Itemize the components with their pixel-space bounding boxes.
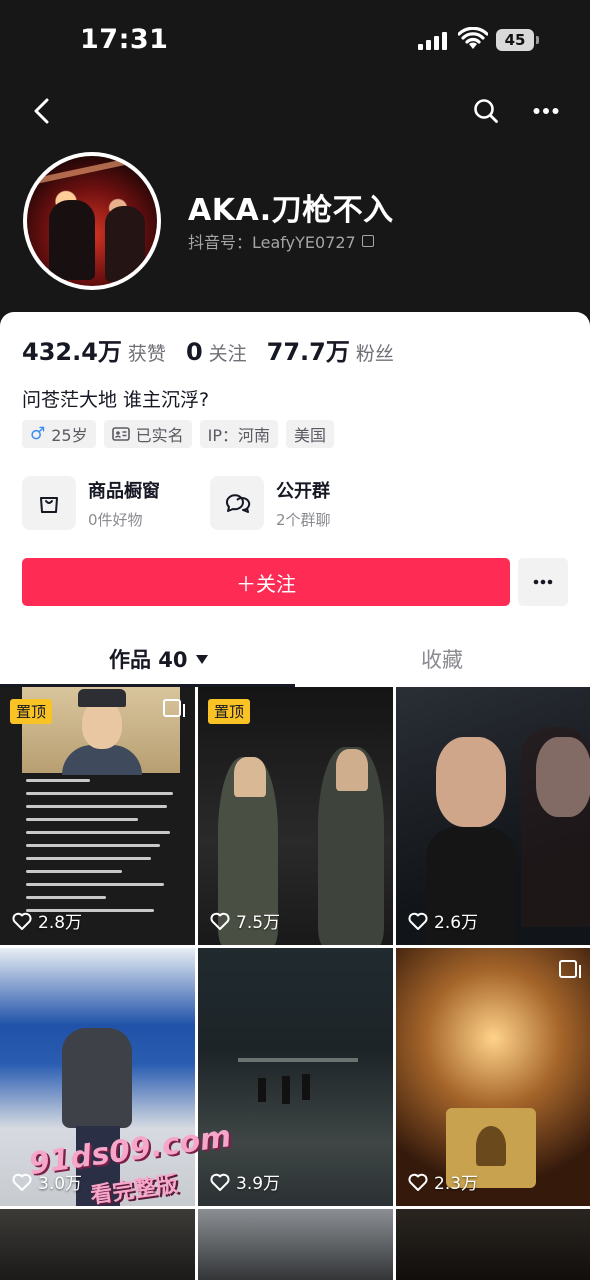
wifi-icon xyxy=(457,26,489,51)
tag-verified-text: 已实名 xyxy=(135,426,184,445)
video-tile[interactable]: 2.6万 xyxy=(396,687,590,945)
likes-count: 7.5万 xyxy=(210,908,280,933)
profile-bio: 问苍茫大地 谁主沉浮? xyxy=(22,389,210,411)
video-tile[interactable]: 3.9万 xyxy=(198,948,393,1206)
card-shop-sub: 0件好物 xyxy=(88,510,143,529)
profile-stats: 432.4万 获赞 0 关注 77.7万 粉丝 xyxy=(22,332,414,367)
likes-count: 2.3万 xyxy=(408,1169,478,1194)
likes-value: 2.6万 xyxy=(434,913,479,933)
heart-icon xyxy=(408,1173,428,1191)
chevron-left-icon xyxy=(34,98,49,124)
stat-likes-value: 432.4万 xyxy=(22,338,122,366)
male-icon: ♂ xyxy=(30,424,46,444)
chat-bubbles-icon xyxy=(210,476,264,530)
back-button[interactable] xyxy=(20,89,64,133)
tag-country: 美国 xyxy=(286,420,335,448)
id-card-icon xyxy=(111,427,130,441)
stat-fans-value[interactable]: 77.7万 xyxy=(267,332,350,367)
more-dots-icon xyxy=(533,108,559,114)
likes-value: 2.3万 xyxy=(434,1174,479,1194)
card-shop-title: 商品橱窗 xyxy=(88,480,160,502)
battery-icon: 45 xyxy=(496,29,534,51)
video-tile[interactable]: 置顶 2.8万 xyxy=(0,687,195,945)
stat-following-label[interactable]: 关注 xyxy=(209,339,247,366)
douyin-id[interactable]: 抖音号：LeafyYE0727 xyxy=(188,229,374,253)
feature-cards: 商品橱窗 0件好物 公开群 2个群聊 xyxy=(22,475,398,531)
stat-likes-label: 获赞 xyxy=(127,343,166,365)
caret-down-icon xyxy=(195,654,208,664)
status-time: 17:31 xyxy=(80,24,169,55)
card-group-title: 公开群 xyxy=(276,480,330,502)
copy-icon[interactable] xyxy=(361,235,374,247)
video-tile[interactable] xyxy=(198,1209,393,1280)
avatar[interactable] xyxy=(23,152,161,290)
pinned-badge: 置顶 xyxy=(10,699,53,724)
search-button[interactable] xyxy=(464,89,508,133)
card-group-sub: 2个群聊 xyxy=(276,510,331,529)
profile-tags: ♂ 25岁 已实名 IP：河南 美国 xyxy=(22,420,335,448)
heart-icon xyxy=(210,1173,230,1191)
multi-image-icon xyxy=(163,699,185,717)
card-shop-window[interactable]: 商品橱窗 0件好物 xyxy=(22,475,210,531)
likes-value: 7.5万 xyxy=(236,913,281,933)
profile-header: 17:31 45 AKA.刀枪不入 抖音号：LeafyYE0727 xyxy=(0,0,590,330)
likes-value: 3.9万 xyxy=(236,1174,281,1194)
likes-count: 3.9万 xyxy=(210,1169,280,1194)
content-tabs: 作品 40 收藏 xyxy=(0,630,590,687)
follow-button[interactable]: ＋关注 xyxy=(22,558,510,606)
more-dots-icon xyxy=(533,579,553,585)
video-tile[interactable] xyxy=(0,1209,195,1280)
search-icon xyxy=(474,99,498,123)
heart-icon xyxy=(12,1173,32,1191)
likes-value: 2.8万 xyxy=(38,913,83,933)
douyin-id-text: 抖音号：LeafyYE0727 xyxy=(188,233,356,252)
likes-count: 2.6万 xyxy=(408,908,478,933)
battery-tip xyxy=(536,36,539,44)
tab-works-label: 作品 40 xyxy=(109,648,188,672)
profile-nickname: AKA.刀枪不入 xyxy=(188,193,394,228)
heart-icon xyxy=(210,912,230,930)
video-tile[interactable]: 2.3万 xyxy=(396,948,590,1206)
multi-image-icon xyxy=(559,960,581,978)
tag-ip: IP：河南 xyxy=(199,420,279,448)
profile-info-sheet: 432.4万 获赞 0 关注 77.7万 粉丝 问苍茫大地 谁主沉浮? ♂ 25… xyxy=(0,312,590,687)
cellular-signal-icon xyxy=(418,30,450,50)
video-tile[interactable] xyxy=(396,1209,590,1280)
stat-fans-label[interactable]: 粉丝 xyxy=(356,339,394,366)
stat-following-value[interactable]: 0 xyxy=(186,338,203,366)
shopping-bag-icon xyxy=(22,476,76,530)
tab-favorites[interactable]: 收藏 xyxy=(421,644,463,674)
card-public-group[interactable]: 公开群 2个群聊 xyxy=(210,475,398,531)
video-grid: 置顶 2.8万 置顶 7.5万 2.6万 3.0万 3.9万 2.3万 xyxy=(0,687,590,1280)
more-options-button[interactable] xyxy=(524,89,568,133)
status-bar: 17:31 45 xyxy=(0,0,590,80)
tag-age: ♂ 25岁 xyxy=(22,420,96,448)
tab-works[interactable]: 作品 40 xyxy=(109,644,208,674)
heart-icon xyxy=(408,912,428,930)
heart-icon xyxy=(12,912,32,930)
video-tile[interactable]: 置顶 7.5万 xyxy=(198,687,393,945)
likes-count: 2.8万 xyxy=(12,908,82,933)
pinned-badge: 置顶 xyxy=(208,699,251,724)
follow-more-button[interactable] xyxy=(518,558,568,606)
tag-verified: 已实名 xyxy=(103,420,192,448)
tag-age-text: 25岁 xyxy=(51,426,88,445)
